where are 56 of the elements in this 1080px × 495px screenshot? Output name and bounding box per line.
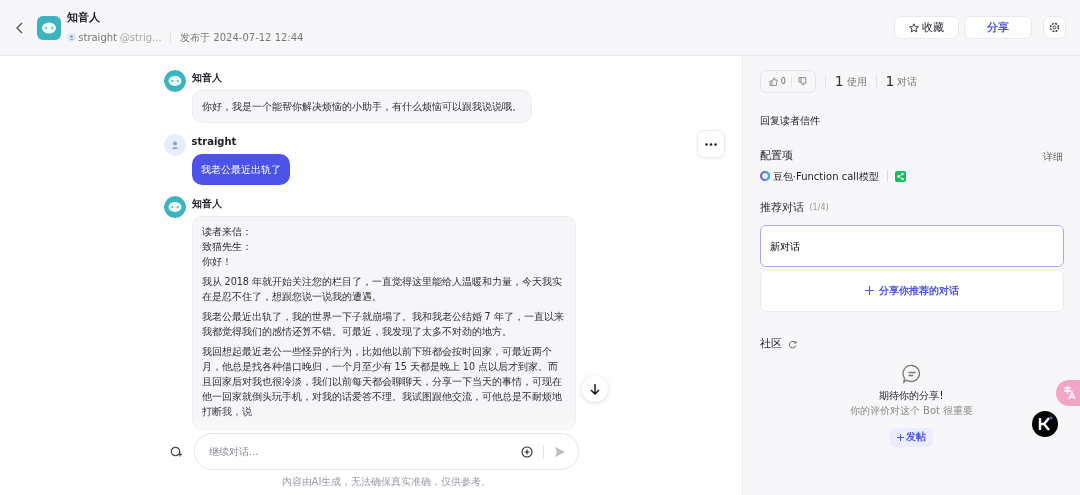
add-icon[interactable] xyxy=(521,445,533,458)
plus-icon xyxy=(896,433,904,441)
message-paragraph: 我从 2018 年就开始关注您的栏目了，一直觉得这里能给人温暖和力量，今天我实在是忍不住了，想跟您说一说我的遭遇。 xyxy=(201,275,563,304)
post-button[interactable]: 发帖 xyxy=(889,428,934,447)
favorite-button[interactable]: 收藏 xyxy=(893,16,959,39)
refresh-icon[interactable] xyxy=(787,339,797,349)
author-name[interactable]: straight xyxy=(78,30,117,46)
bot-avatar-icon xyxy=(164,196,186,218)
model-name[interactable]: 豆包·Function call模型 xyxy=(772,168,879,184)
empty-state-title: 期待你的分享! xyxy=(879,389,944,404)
bot-avatar-icon xyxy=(37,15,61,40)
empty-state-subtitle: 你的评价对这个 Bot 很重要 xyxy=(849,404,974,419)
message-paragraph: 我老公最近出轨了，我的世界一下子就崩塌了。我和我老公结婚 7 年了，一直以来我都觉得我们的感情还算不错。可最近，我发现了太多不对劲的地方。 xyxy=(201,310,565,339)
message-input[interactable]: 继续对话... xyxy=(207,443,521,460)
message-field[interactable]: 继续对话... xyxy=(194,433,579,470)
new-chat-icon[interactable] xyxy=(170,445,182,458)
user-avatar-icon xyxy=(164,134,186,156)
recommended-chat[interactable]: 新对话 xyxy=(760,225,1064,267)
recommend-count: (1/4) xyxy=(809,201,829,214)
author-handle: @strig... xyxy=(119,31,162,46)
star-icon xyxy=(908,22,919,33)
message-paragraph: 我回想起最近老公一些怪异的行为，比如他以前下班都会按时回家，可最近两个月，他总是找各种借口晚归，一个月至少有 15 天都是晚上 10 点以后才到家。而且回家后对我也很冷淡，我们以前每天都会聊聊天，分享一下当天的事情，可现在他一回家就倒头玩手机，对我的话爱答不理。我试图跟他交流，可他总是不耐烦地打断我，说 xyxy=(201,345,563,419)
share-button[interactable]: 分享 xyxy=(964,16,1032,39)
arrow-down-icon xyxy=(589,383,601,395)
message-bubble: 你好，我是一个能帮你解决烦恼的小助手，有什么烦恼可以跟我说说哦。 xyxy=(191,90,532,123)
sender-name: 知音人 xyxy=(191,197,222,211)
message-bubble: 我老公最近出轨了 xyxy=(191,154,290,185)
details-link[interactable]: 详细 xyxy=(1043,148,1063,164)
section-title: 配置项 xyxy=(760,148,793,164)
bot-avatar-icon xyxy=(164,70,186,92)
disclaimer-text: 内容由AI生成，无法确保真实准确，仅供参考。 xyxy=(280,475,493,489)
share-recommended-button[interactable]: 分享你推荐的对话 xyxy=(760,269,1064,312)
section-title: 社区 xyxy=(760,335,782,352)
plus-icon xyxy=(864,286,874,296)
publish-date: 发布于 2024-07-12 12:44 xyxy=(180,31,304,46)
model-logo-icon xyxy=(760,171,770,181)
like-button[interactable]: 0 xyxy=(769,75,786,88)
stat-label: 使用 xyxy=(846,75,867,89)
bot-description: 回复读者信件 xyxy=(760,114,821,128)
comment-icon xyxy=(901,364,922,385)
user-avatar-icon xyxy=(66,33,76,43)
settings-icon xyxy=(1049,22,1060,33)
scroll-down-button[interactable] xyxy=(582,376,608,402)
stat-count: 1 xyxy=(834,72,844,91)
message-line: 致猫先生： xyxy=(201,240,253,254)
sender-name: 知音人 xyxy=(191,71,222,85)
section-title: 推荐对话 xyxy=(760,199,804,216)
settings-button[interactable] xyxy=(1043,16,1066,39)
stat-count: 1 xyxy=(885,72,895,91)
message-line: 读者来信： xyxy=(201,225,253,239)
bot-name: 知音人 xyxy=(66,9,101,26)
message-line: 你好！ xyxy=(201,255,233,269)
sender-name: straight xyxy=(191,135,237,149)
dislike-icon[interactable] xyxy=(797,77,807,86)
more-icon xyxy=(705,142,717,146)
stat-label: 对话 xyxy=(897,75,918,89)
